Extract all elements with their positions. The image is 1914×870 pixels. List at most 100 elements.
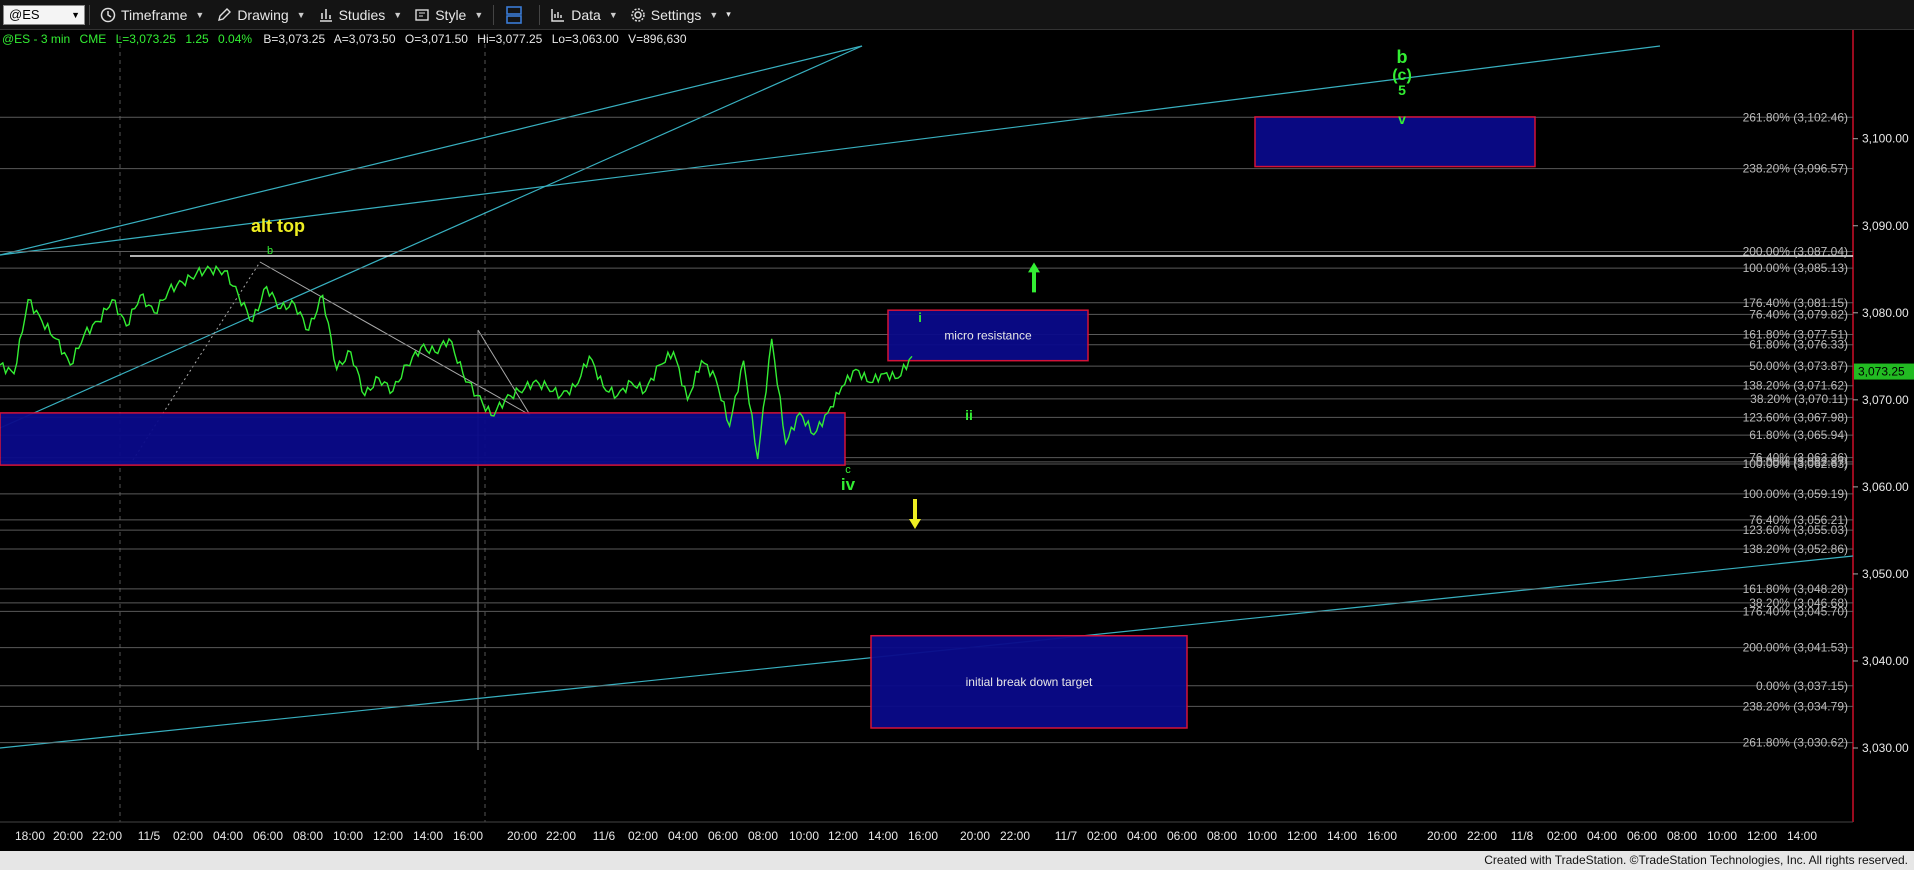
- wave-label: ii: [965, 407, 973, 423]
- fib-label: 50.00% (3,073.87): [1749, 359, 1848, 373]
- y-tick-label: 3,040.00: [1862, 654, 1909, 668]
- x-tick-label: 22:00: [92, 829, 122, 843]
- x-tick-label: 04:00: [668, 829, 698, 843]
- price-chart[interactable]: 261.80% (3,102.46) 238.20% (3,096.57) 200.…: [0, 0, 1914, 851]
- x-tick-label: 10:00: [333, 829, 363, 843]
- fib-label: 138.20% (3,071.62): [1743, 379, 1848, 393]
- quote-volume: V=896,630: [628, 32, 687, 46]
- quote-exchange: CME: [80, 32, 107, 46]
- fib-label: 161.80% (3,048.28): [1743, 582, 1848, 596]
- x-tick-label: 02:00: [173, 829, 203, 843]
- x-tick-label: 02:00: [1087, 829, 1117, 843]
- fib-label: 61.80% (3,065.94): [1749, 428, 1848, 442]
- fib-label: 200.00% (3,087.04): [1743, 245, 1848, 259]
- y-tick-label: 3,080.00: [1862, 306, 1909, 320]
- x-tick-label: 10:00: [789, 829, 819, 843]
- y-tick-label: 3,100.00: [1862, 132, 1909, 146]
- fib-label: 0.00% (3,037.15): [1756, 679, 1848, 693]
- x-tick-label: 12:00: [1287, 829, 1317, 843]
- fib-label: 238.20% (3,034.79): [1743, 699, 1848, 713]
- x-tick-label: 16:00: [908, 829, 938, 843]
- x-tick-label: 22:00: [546, 829, 576, 843]
- x-tick-label: 10:00: [1247, 829, 1277, 843]
- wave-label: iv: [841, 475, 856, 494]
- x-tick-label: 06:00: [1627, 829, 1657, 843]
- quote-open: O=3,071.50: [405, 32, 468, 46]
- x-tick-label: 20:00: [960, 829, 990, 843]
- x-tick-label: 11/8: [1511, 829, 1534, 843]
- quote-change: 1.25: [185, 32, 209, 46]
- fib-label: 38.20% (3,070.11): [1750, 392, 1848, 406]
- fib-label: 100.00% (3,085.13): [1743, 261, 1848, 275]
- x-tick-label: 18:00: [15, 829, 45, 843]
- quote-bid: B=3,073.25: [263, 32, 325, 46]
- x-tick-label: 22:00: [1467, 829, 1497, 843]
- x-tick-label: 10:00: [1707, 829, 1737, 843]
- wave-label: v: [1398, 111, 1406, 127]
- fib-label: 138.20% (3,052.86): [1743, 542, 1848, 556]
- quote-change-pct: 0.04%: [218, 32, 252, 46]
- quote-high: Hi=3,077.25: [477, 32, 542, 46]
- quote-symbol: @ES - 3 min: [2, 32, 70, 46]
- x-tick-label: 20:00: [507, 829, 537, 843]
- y-tick-label: 3,030.00: [1862, 741, 1909, 755]
- zone-box: [0, 412, 846, 466]
- x-tick-label: 16:00: [453, 829, 483, 843]
- zone-box: [1254, 116, 1536, 168]
- x-tick-label: 06:00: [1167, 829, 1197, 843]
- x-tick-label: 08:00: [1667, 829, 1697, 843]
- x-tick-label: 08:00: [293, 829, 323, 843]
- x-tick-label: 14:00: [868, 829, 898, 843]
- x-tick-label: 08:00: [1207, 829, 1237, 843]
- fib-label: 176.40% (3,045.70): [1743, 604, 1848, 618]
- y-tick-label: 3,090.00: [1862, 219, 1909, 233]
- x-tick-label: 16:00: [1367, 829, 1397, 843]
- last-price-label: 3,073.25: [1858, 365, 1905, 379]
- x-tick-label: 04:00: [1127, 829, 1157, 843]
- wave-label: b: [1397, 47, 1408, 67]
- quote-line: @ES - 3 min CME L=3,073.25 1.25 0.04% B=…: [2, 32, 687, 46]
- y-tick-label: 3,050.00: [1862, 567, 1909, 581]
- y-tick-label: 3,070.00: [1862, 393, 1909, 407]
- wave-label: b: [267, 245, 273, 257]
- fib-label: 76.40% (3,079.82): [1749, 307, 1848, 321]
- x-tick-label: 02:00: [1547, 829, 1577, 843]
- wave-label: i: [918, 310, 922, 325]
- zone-label: micro resistance: [944, 328, 1032, 342]
- x-tick-label: 08:00: [748, 829, 778, 843]
- fib-label: 200.00% (3,041.53): [1743, 641, 1848, 655]
- x-tick-label: 14:00: [413, 829, 443, 843]
- x-tick-label: 06:00: [253, 829, 283, 843]
- x-tick-label: 11/6: [593, 829, 616, 843]
- quote-ask: A=3,073.50: [334, 32, 396, 46]
- x-tick-label: 11/5: [138, 829, 161, 843]
- x-tick-label: 14:00: [1787, 829, 1817, 843]
- fib-label: 100.00% (3,062.63): [1743, 457, 1848, 471]
- x-tick-label: 11/7: [1055, 829, 1078, 843]
- fib-label: 261.80% (3,102.46): [1743, 110, 1848, 124]
- fib-label: 123.60% (3,067.98): [1743, 410, 1848, 424]
- fib-label: 100.00% (3,059.19): [1743, 487, 1848, 501]
- x-tick-label: 20:00: [53, 829, 83, 843]
- x-tick-label: 20:00: [1427, 829, 1457, 843]
- quote-last: L=3,073.25: [116, 32, 177, 46]
- x-tick-label: 14:00: [1327, 829, 1357, 843]
- x-tick-label: 04:00: [213, 829, 243, 843]
- y-tick-label: 3,060.00: [1862, 480, 1909, 494]
- x-tick-label: 04:00: [1587, 829, 1617, 843]
- x-tick-label: 12:00: [1747, 829, 1777, 843]
- footer-credit: Created with TradeStation. ©TradeStation…: [0, 851, 1914, 870]
- zone-label: initial break down target: [966, 675, 1093, 689]
- x-tick-label: 12:00: [828, 829, 858, 843]
- fib-label: 123.60% (3,055.03): [1743, 523, 1848, 537]
- x-tick-label: 06:00: [708, 829, 738, 843]
- wave-label: 5: [1398, 82, 1406, 98]
- x-tick-label: 12:00: [373, 829, 403, 843]
- fib-label: 238.20% (3,096.57): [1743, 162, 1848, 176]
- fib-label: 61.80% (3,076.33): [1749, 338, 1848, 352]
- x-tick-label: 22:00: [1000, 829, 1030, 843]
- x-tick-label: 02:00: [628, 829, 658, 843]
- wave-label: alt top: [251, 216, 305, 236]
- fib-label: 261.80% (3,030.62): [1743, 736, 1848, 750]
- quote-low: Lo=3,063.00: [552, 32, 619, 46]
